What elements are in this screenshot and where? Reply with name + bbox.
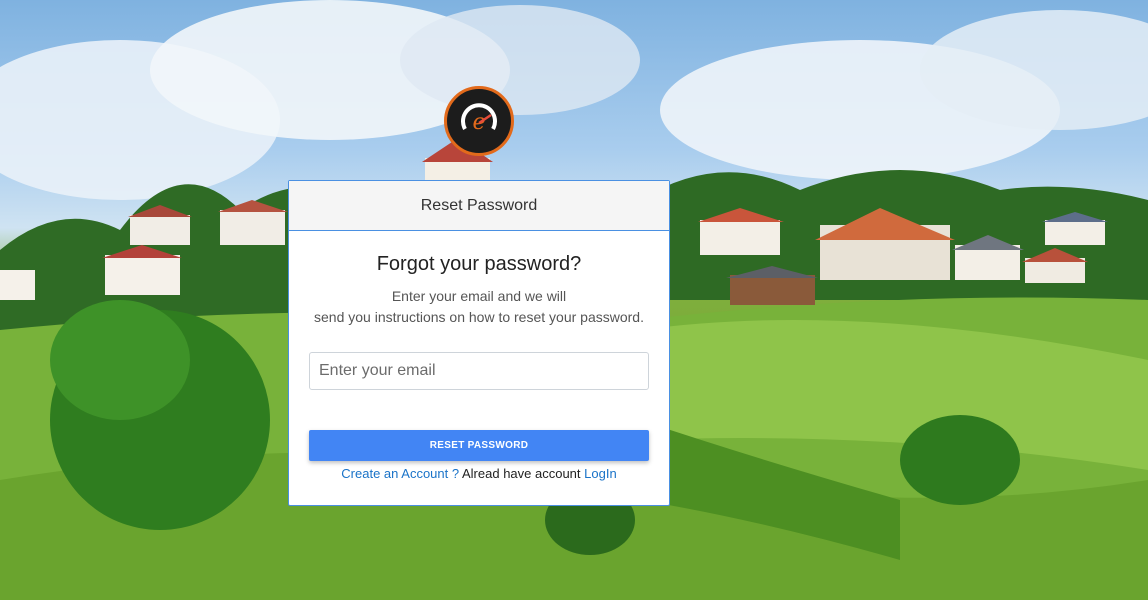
logo-mark: e [455, 97, 503, 145]
reset-password-card: Reset Password Forgot your password? Ent… [288, 180, 670, 506]
reset-password-button[interactable]: RESET PASSWORD [309, 430, 649, 461]
instructions-line-2: send you instructions on how to reset yo… [314, 309, 644, 325]
instructions-text: Enter your email and we will send you in… [309, 286, 649, 328]
brand-logo-icon: e [444, 86, 514, 156]
email-field[interactable] [309, 352, 649, 390]
card-header-title: Reset Password [420, 196, 538, 214]
create-account-link[interactable]: Create an Account ? [341, 466, 459, 481]
instructions-line-1: Enter your email and we will [391, 288, 567, 304]
card-header: Reset Password [289, 181, 669, 231]
already-have-account-text: Alread have account [462, 466, 581, 481]
page-title: Forgot your password? [376, 253, 582, 275]
card-body: Forgot your password? Enter your email a… [289, 252, 669, 481]
login-link[interactable]: LogIn [584, 466, 617, 481]
footer-links: Create an Account ? Alread have account … [309, 466, 649, 481]
